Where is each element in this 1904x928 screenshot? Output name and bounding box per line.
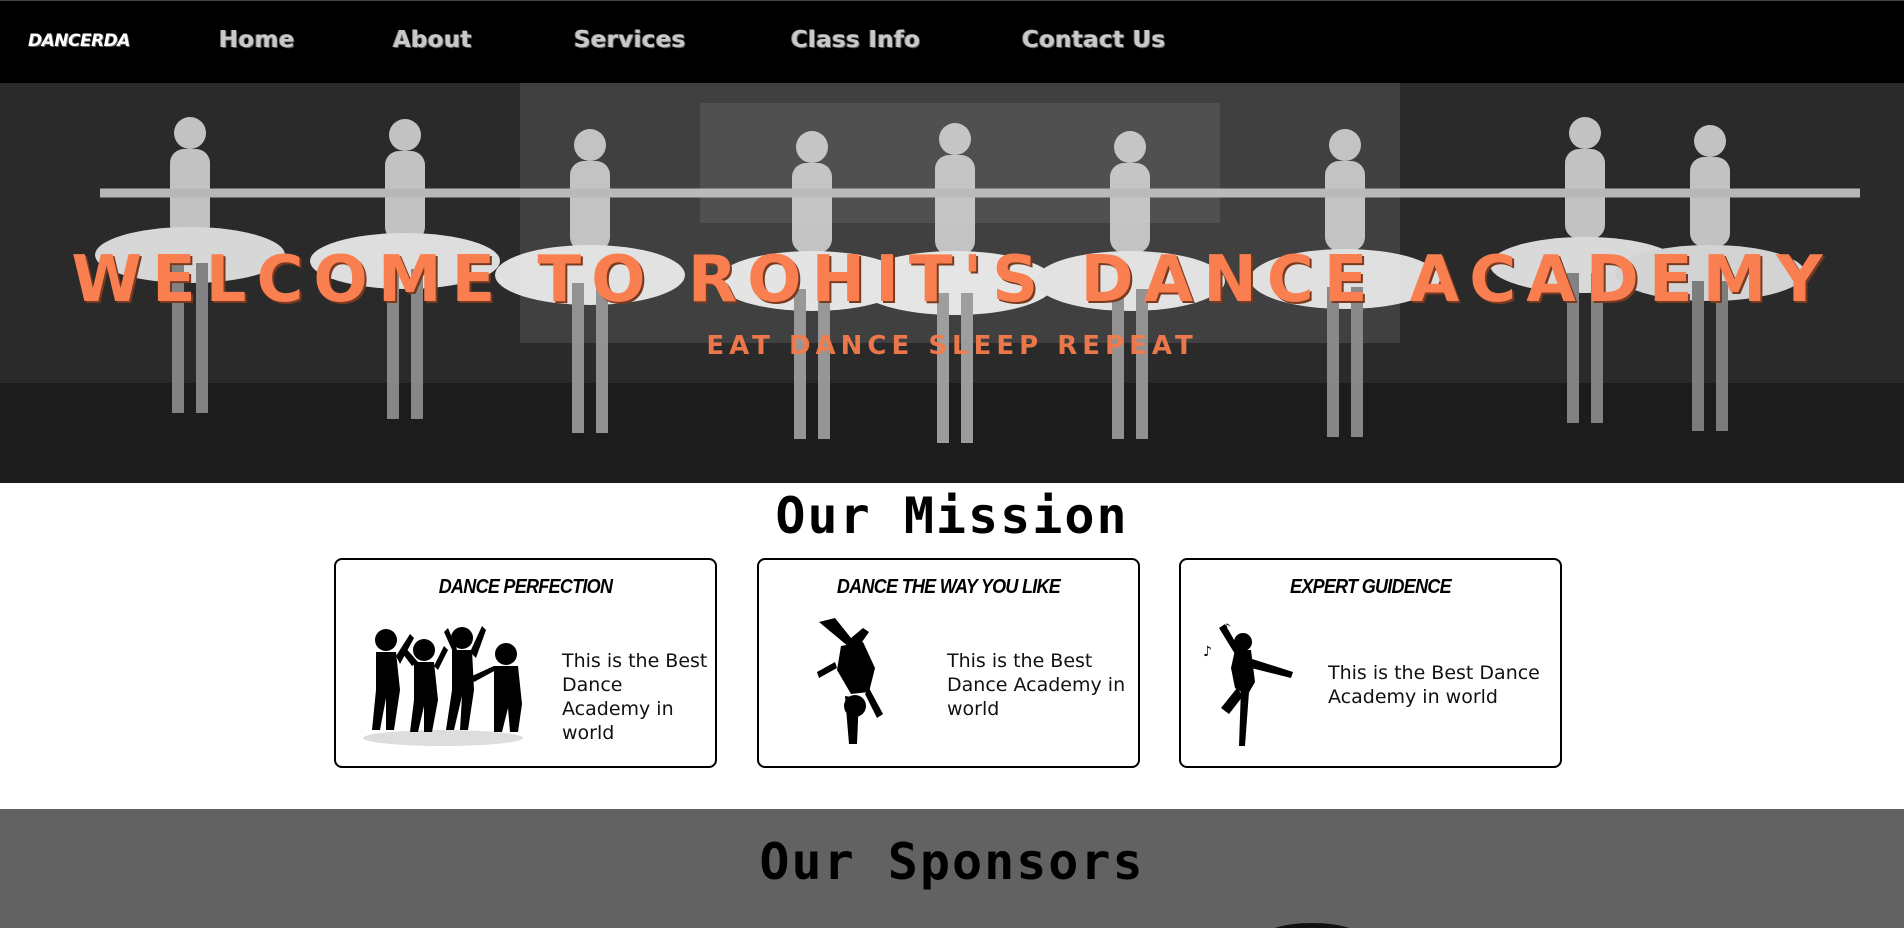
dancer-silhouette-icon: ♪ ♪ <box>1203 621 1293 746</box>
mission-card-dance-perfection: DANCE PERFECTION This is the Best Dance … <box>334 558 717 768</box>
mission-card-dance-the-way-you-like: DANCE THE WAY YOU LIKE This is the Best … <box>757 558 1140 768</box>
nav-link-contact-us[interactable]: Contact Us <box>1022 27 1166 53</box>
svg-text:♪: ♪ <box>1223 621 1231 635</box>
nav-link-home[interactable]: Home <box>219 27 295 53</box>
card-title: DANCE THE WAY YOU LIKE <box>836 576 1061 598</box>
mission-heading: Our Mission <box>775 487 1129 545</box>
breakdancer-silhouette-icon <box>817 618 883 744</box>
hero-subtitle: EAT DANCE SLEEP REPEAT <box>706 331 1198 361</box>
navbar: DANCERDA Home About Services Class Info … <box>0 0 1904 83</box>
sponsors-section: Our Sponsors <box>0 809 1904 928</box>
card-title: DANCE PERFECTION <box>438 576 613 598</box>
svg-text:♪: ♪ <box>1203 644 1212 660</box>
card-text: This is the Best Dance Academy in world <box>947 650 1126 720</box>
hero-title: WELCOME TO ROHIT'S DANCE ACADEMY <box>71 243 1833 317</box>
card-title: EXPERT GUIDENCE <box>1290 576 1452 598</box>
card-text: This is the Best Dance Academy in world <box>562 650 708 744</box>
hero-banner: WELCOME TO ROHIT'S DANCE ACADEMY EAT DAN… <box>0 83 1904 483</box>
kids-dancing-silhouette-icon <box>363 626 523 746</box>
site-logo[interactable]: DANCERDA <box>28 31 130 51</box>
mission-card-expert-guidence: EXPERT GUIDENCE ♪ ♪ This is the Best Dan… <box>1179 558 1562 768</box>
nav-link-class-info[interactable]: Class Info <box>791 27 920 53</box>
sponsors-heading: Our Sponsors <box>759 833 1145 891</box>
nav-link-services[interactable]: Services <box>574 27 686 53</box>
sponsor-logo <box>1262 923 1362 928</box>
nav-link-about[interactable]: About <box>393 27 472 53</box>
card-text: This is the Best Dance Academy in world <box>1328 662 1540 708</box>
